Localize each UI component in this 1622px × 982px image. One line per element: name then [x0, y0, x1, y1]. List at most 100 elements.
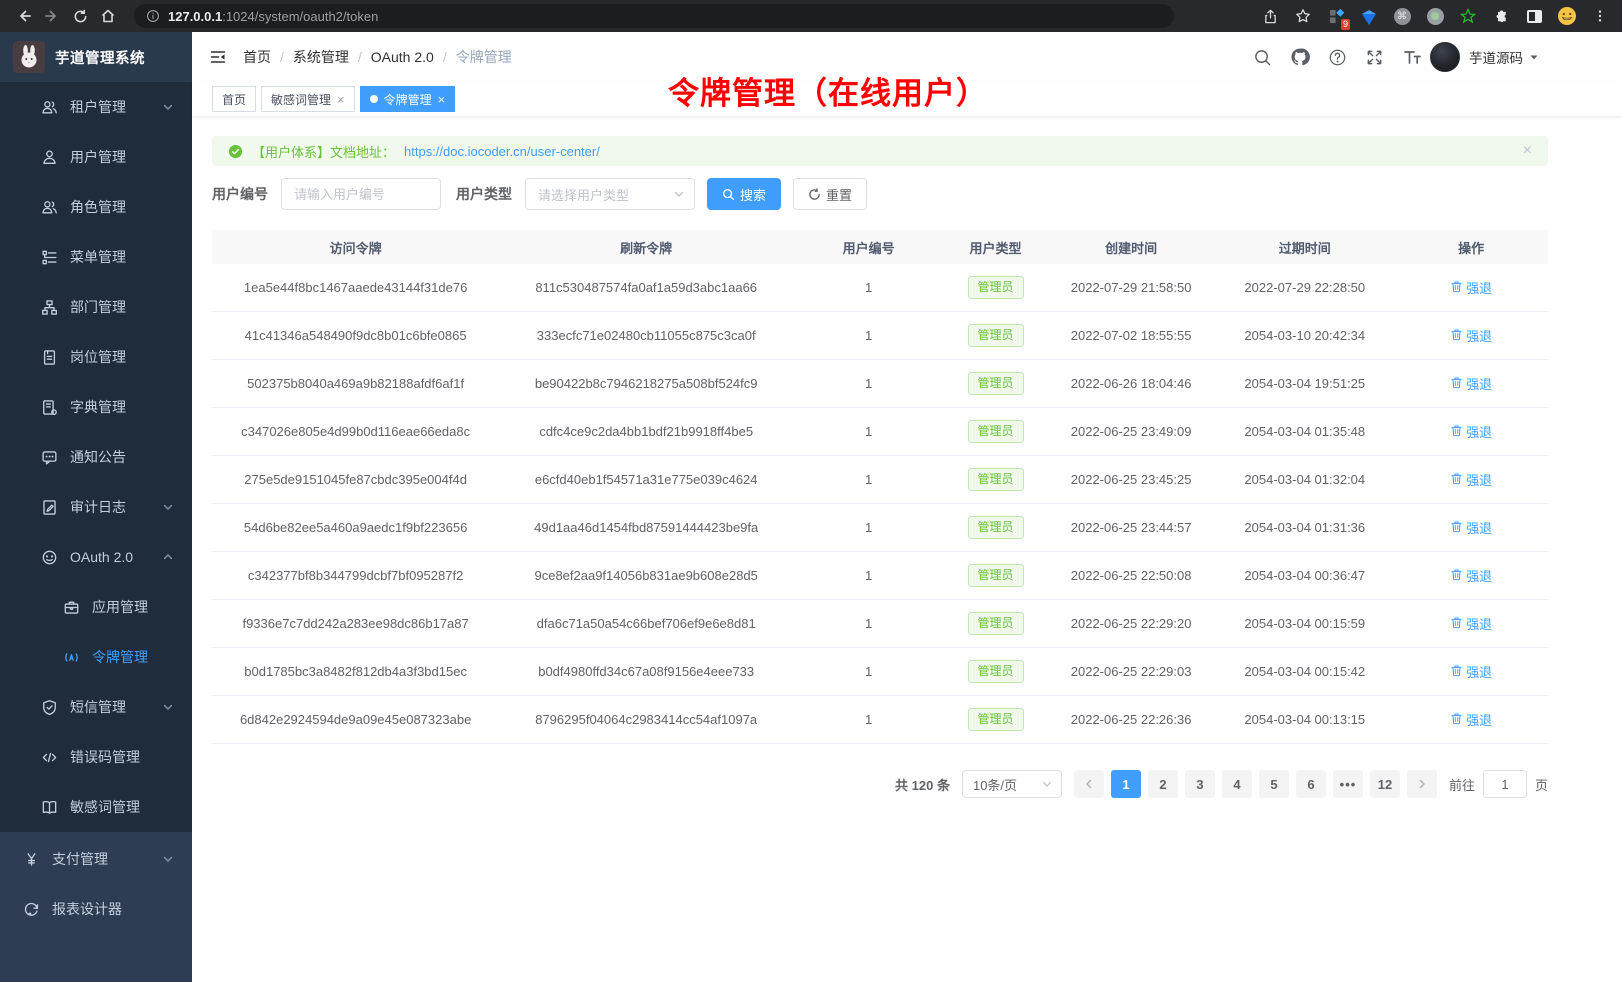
table-body: 1ea5e44f8bc1467aaede43144f31de76811c5304… — [212, 264, 1548, 744]
sidebar-item-user[interactable]: 用户管理 — [0, 132, 192, 182]
sidebar-item-sensitive[interactable]: 敏感词管理 — [0, 782, 192, 832]
sidebar-item-label: 敏感词管理 — [70, 797, 174, 817]
table-row: c342377bf8b344799dcbf7bf095287f29ce8ef2a… — [212, 552, 1548, 600]
force-logout-label: 强退 — [1466, 278, 1492, 297]
sidebar-item-audit[interactable]: 审计日志 — [0, 482, 192, 532]
reset-button[interactable]: 重置 — [793, 178, 867, 210]
help-icon[interactable] — [1328, 48, 1347, 67]
sidebar-item-errcode[interactable]: 错误码管理 — [0, 732, 192, 782]
force-logout-button[interactable]: 强退 — [1450, 710, 1492, 729]
breadcrumb-item[interactable]: OAuth 2.0 — [371, 49, 434, 65]
user-name[interactable]: 芋道源码 — [1469, 47, 1523, 67]
access-token-cell: c342377bf8b344799dcbf7bf095287f2 — [212, 568, 499, 583]
user-caret-down-icon[interactable] — [1528, 51, 1540, 63]
app-title: 芋道管理系统 — [55, 47, 145, 68]
star-extension-icon[interactable] — [1458, 6, 1478, 26]
alert-close-icon[interactable]: × — [1523, 143, 1532, 159]
sidebar-item-pay[interactable]: 支付管理 — [0, 834, 192, 884]
page-size-select[interactable]: 10条/页 — [962, 770, 1062, 798]
page-content: 【用户体系】文档地址： https://doc.iocoder.cn/user-… — [192, 116, 1622, 798]
tab-2[interactable]: 令牌管理× — [360, 86, 456, 112]
bookmark-star-icon[interactable] — [1293, 6, 1313, 26]
dict-icon — [40, 398, 58, 416]
force-logout-button[interactable]: 强退 — [1450, 326, 1492, 345]
breadcrumb-item[interactable]: 首页 — [243, 49, 271, 65]
pager-page-button[interactable]: 6 — [1296, 770, 1326, 798]
tab-1[interactable]: 敏感词管理× — [261, 86, 355, 112]
sidebar-item-tenant[interactable]: 租户管理 — [0, 82, 192, 132]
pager-page-button[interactable]: 2 — [1148, 770, 1178, 798]
browser-reload-button[interactable] — [68, 4, 92, 28]
sidebar-item-oauth[interactable]: OAuth 2.0 — [0, 532, 192, 582]
sidebar-item-post[interactable]: 岗位管理 — [0, 332, 192, 382]
side-panel-icon[interactable] — [1524, 6, 1544, 26]
user-type-badge: 管理员 — [968, 372, 1024, 395]
force-logout-button[interactable]: 强退 — [1450, 374, 1492, 393]
user-id-cell: 1 — [793, 328, 944, 343]
force-logout-button[interactable]: 强退 — [1450, 518, 1492, 537]
pager-page-button[interactable]: 4 — [1222, 770, 1252, 798]
profile-avatar-icon[interactable] — [1557, 6, 1577, 26]
pager-page-button[interactable]: 12 — [1370, 770, 1400, 798]
app-header: 首页/系统管理/OAuth 2.0/令牌管理 芋道源码 — [192, 32, 1622, 82]
command-extension-icon[interactable]: ⌘ — [1392, 6, 1412, 26]
fullscreen-icon[interactable] — [1365, 48, 1384, 67]
tab-close-icon[interactable]: × — [337, 93, 345, 106]
sidebar-item-notice[interactable]: 通知公告 — [0, 432, 192, 482]
share-icon[interactable] — [1260, 6, 1280, 26]
sidebar-item-dept[interactable]: 部门管理 — [0, 282, 192, 332]
pager-more-button[interactable]: ••• — [1333, 770, 1363, 798]
extension-tiles-icon[interactable]: 9 — [1326, 6, 1346, 26]
github-icon[interactable] — [1290, 47, 1310, 67]
force-logout-button[interactable]: 强退 — [1450, 614, 1492, 633]
trash-icon — [1450, 424, 1463, 440]
browser-forward-button[interactable] — [40, 4, 64, 28]
table-row: 502375b8040a469a9b82188afdf6af1fbe90422b… — [212, 360, 1548, 408]
sidebar-item-oauth-token[interactable]: 令牌管理 — [0, 632, 192, 682]
breadcrumb-item[interactable]: 系统管理 — [293, 49, 349, 65]
force-logout-button[interactable]: 强退 — [1450, 422, 1492, 441]
sidebar-fold-icon[interactable] — [209, 48, 227, 66]
pager-prev-button[interactable] — [1074, 770, 1104, 798]
page-size-value: 10条/页 — [973, 775, 1017, 794]
gem-extension-icon[interactable] — [1359, 6, 1379, 26]
goto-suffix: 页 — [1535, 775, 1548, 794]
user-avatar[interactable] — [1430, 42, 1460, 72]
force-logout-button[interactable]: 强退 — [1450, 278, 1492, 297]
force-logout-button[interactable]: 强退 — [1450, 470, 1492, 489]
refresh-token-cell: 811c530487574fa0af1a59d3abc1aa66 — [499, 280, 793, 295]
user-id-input[interactable] — [281, 178, 441, 210]
sidebar-item-report[interactable]: 报表设计器 — [0, 884, 192, 934]
puzzle-extensions-icon[interactable] — [1491, 6, 1511, 26]
token-icon — [62, 648, 80, 666]
pager-next-button[interactable] — [1407, 770, 1437, 798]
browser-menu-icon[interactable] — [1590, 6, 1610, 26]
browser-back-button[interactable] — [12, 4, 36, 28]
force-logout-button[interactable]: 强退 — [1450, 662, 1492, 681]
browser-home-button[interactable] — [96, 4, 120, 28]
force-logout-button[interactable]: 强退 — [1450, 566, 1492, 585]
alert-doc-link[interactable]: https://doc.iocoder.cn/user-center/ — [404, 144, 600, 159]
search-icon[interactable] — [1253, 48, 1272, 67]
pager-page-button[interactable]: 3 — [1185, 770, 1215, 798]
search-button[interactable]: 搜索 — [707, 178, 781, 210]
extension-badge: 9 — [1341, 19, 1350, 30]
goto-page-input[interactable] — [1483, 770, 1527, 798]
tab-0[interactable]: 首页 — [212, 86, 256, 112]
sidebar-item-role[interactable]: 角色管理 — [0, 182, 192, 232]
pager-page-button[interactable]: 1 — [1111, 770, 1141, 798]
sidebar-item-oauth-app[interactable]: 应用管理 — [0, 582, 192, 632]
site-info-icon[interactable] — [146, 9, 160, 23]
expire-time-cell: 2054-03-04 00:15:42 — [1215, 664, 1394, 679]
trash-icon — [1450, 328, 1463, 344]
font-size-icon[interactable] — [1402, 47, 1422, 67]
filter-bar: 用户编号 用户类型 请选择用户类型 搜索 重置 — [212, 178, 1548, 210]
tab-close-icon[interactable]: × — [438, 93, 446, 106]
address-bar[interactable]: 127.0.0.1:1024/system/oauth2/token — [134, 4, 1174, 28]
sidebar-item-dict[interactable]: 字典管理 — [0, 382, 192, 432]
recorder-extension-icon[interactable] — [1425, 6, 1445, 26]
pager-page-button[interactable]: 5 — [1259, 770, 1289, 798]
user-type-select[interactable]: 请选择用户类型 — [525, 178, 695, 210]
sidebar-item-sms[interactable]: 短信管理 — [0, 682, 192, 732]
sidebar-item-menu[interactable]: 菜单管理 — [0, 232, 192, 282]
